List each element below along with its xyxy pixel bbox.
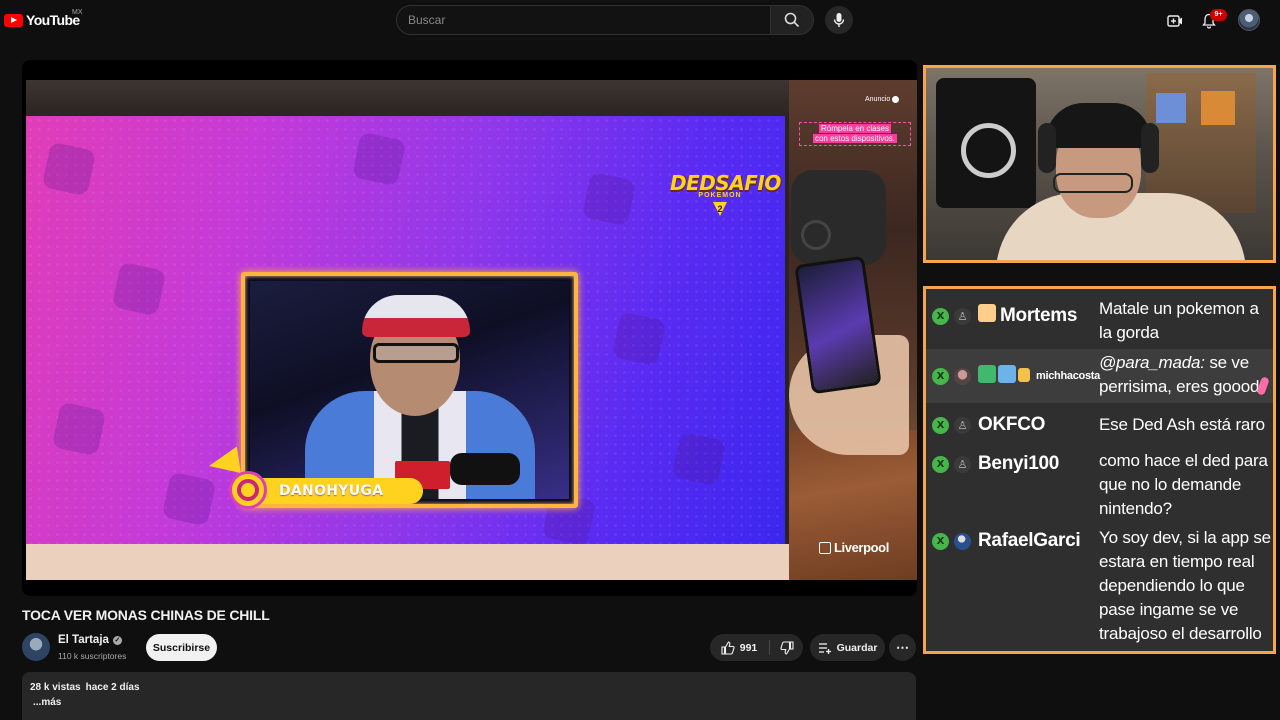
user-icon: ♙ (954, 308, 971, 325)
like-icon (721, 640, 735, 655)
country-code: MX (72, 9, 83, 16)
chat-message: X RafaelGarci Yo soy dev, si la app se e… (926, 525, 1273, 651)
xbox-badge-icon: X (932, 308, 949, 325)
create-icon (1167, 15, 1182, 27)
like-dislike-group: 991 (710, 634, 803, 661)
like-count: 991 (739, 641, 758, 654)
search-input[interactable] (397, 6, 770, 34)
liverpool-logo-icon (819, 541, 831, 554)
gift-icon (1018, 368, 1030, 382)
emote-icon (978, 304, 996, 322)
upload-date: hace 2 días (85, 682, 140, 693)
dedsafio-logo: DEDSAFIO POKEMON 2 (670, 171, 781, 217)
verified-icon: ✓ (112, 635, 122, 645)
subscribe-button[interactable]: Suscribirse (146, 634, 217, 661)
streamer-webcam (923, 65, 1276, 263)
video-title: TOCA VER MONAS CHINAS DE CHILL (22, 607, 270, 623)
more-icon: ⋯ (896, 639, 909, 655)
user-avatar (954, 368, 971, 385)
save-label: Guardar (836, 641, 878, 654)
ad-headline: Rómpela en clases con estos dispositivos… (799, 122, 911, 146)
xbox-badge-icon: X (932, 533, 949, 550)
save-icon (818, 642, 831, 654)
ad-label: Anuncio (865, 96, 900, 103)
notification-badge: 9+ (1210, 9, 1227, 21)
nametag-logo-icon (229, 471, 267, 509)
dislike-button[interactable] (770, 634, 803, 661)
emote-icon (978, 365, 996, 383)
chat-text: como hace el ded para que no lo demande … (1099, 451, 1268, 518)
masthead: YouTube MX 9+ (0, 0, 1280, 40)
nametag-text: DANOHYUGA (279, 483, 384, 499)
chat-text: Yo soy dev, si la app se estara en tiemp… (1099, 528, 1271, 643)
guest-nametag: DANOHYUGA (209, 446, 423, 509)
xbox-badge-icon: X (932, 417, 949, 434)
dedsafio-number: 2 (713, 202, 727, 216)
stream-bottom-strip (26, 544, 789, 580)
stream-frame: DEDSAFIO POKEMON 2 DANOHYUGA (26, 80, 789, 580)
youtube-logo-icon (4, 13, 23, 27)
chat-message: X michhacosta @para_mada: se ve perrisim… (926, 349, 1273, 403)
stream-scene: DEDSAFIO POKEMON 2 DANOHYUGA (26, 116, 785, 544)
ad-headline-line1: Rómpela en clases (818, 124, 892, 133)
chat-message: X ♙ Benyi100 como hace el ded para que n… (926, 449, 1273, 519)
description-meta: 28 k vistas hace 2 días (30, 682, 908, 693)
video-player[interactable]: DEDSAFIO POKEMON 2 DANOHYUGA Anuncio Róm… (22, 60, 917, 596)
stream-top-strip (26, 80, 789, 116)
chat-username: michhacosta (1036, 370, 1100, 382)
user-icon: ♙ (954, 456, 971, 473)
dislike-icon (779, 640, 794, 655)
chat-message: X ♙ OKFCO Ese Ded Ash está raro (926, 409, 1273, 443)
description-box[interactable]: 28 k vistas hace 2 días ...más (22, 672, 916, 720)
chat-username: Mortems (1000, 305, 1078, 326)
ad-panel[interactable]: Anuncio Rómpela en clases con estos disp… (789, 80, 917, 580)
ad-brand: Liverpool (819, 540, 889, 555)
like-button[interactable]: 991 (710, 634, 768, 661)
user-avatar (954, 533, 971, 550)
voice-search-button[interactable] (825, 6, 853, 34)
xbox-badge-icon: X (932, 368, 949, 385)
youtube-logo[interactable]: YouTube MX (4, 9, 83, 28)
user-icon: ♙ (954, 417, 971, 434)
chat-overlay: X ♙ Mortems Matale un pokemon a la gorda… (923, 286, 1276, 654)
account-avatar[interactable] (1238, 9, 1260, 31)
xbox-badge-icon: X (932, 456, 949, 473)
save-button[interactable]: Guardar (810, 634, 885, 661)
chat-text: Matale un pokemon a la gorda (1099, 299, 1259, 342)
chat-text: Ese Ded Ash está raro (1099, 415, 1265, 434)
more-actions-button[interactable]: ⋯ (889, 634, 916, 661)
show-more-link[interactable]: ...más (30, 697, 908, 708)
ad-headline-line2: con estos dispositivos. (812, 134, 898, 143)
chat-mention: @para_mada: (1099, 353, 1205, 372)
chat-username: Benyi100 (978, 453, 1060, 474)
chat-message: X ♙ Mortems Matale un pokemon a la gorda (926, 289, 1273, 349)
mic-icon (833, 13, 845, 27)
create-button[interactable] (1164, 10, 1186, 32)
chat-username: RafaelGarci (978, 530, 1081, 551)
view-count: 28 k vistas (30, 682, 81, 693)
search-box (396, 5, 771, 35)
channel-avatar[interactable] (22, 633, 50, 661)
channel-name[interactable]: El Tartaja ✓ (58, 634, 122, 646)
chat-text: @para_mada: se ve perrisima, eres goood (1099, 351, 1271, 399)
search-button[interactable] (770, 5, 814, 35)
emote-icon (998, 365, 1016, 383)
search-icon (784, 12, 800, 28)
chat-username: OKFCO (978, 414, 1046, 435)
info-icon (892, 96, 900, 103)
subscriber-count: 110 k suscriptores (58, 651, 127, 661)
